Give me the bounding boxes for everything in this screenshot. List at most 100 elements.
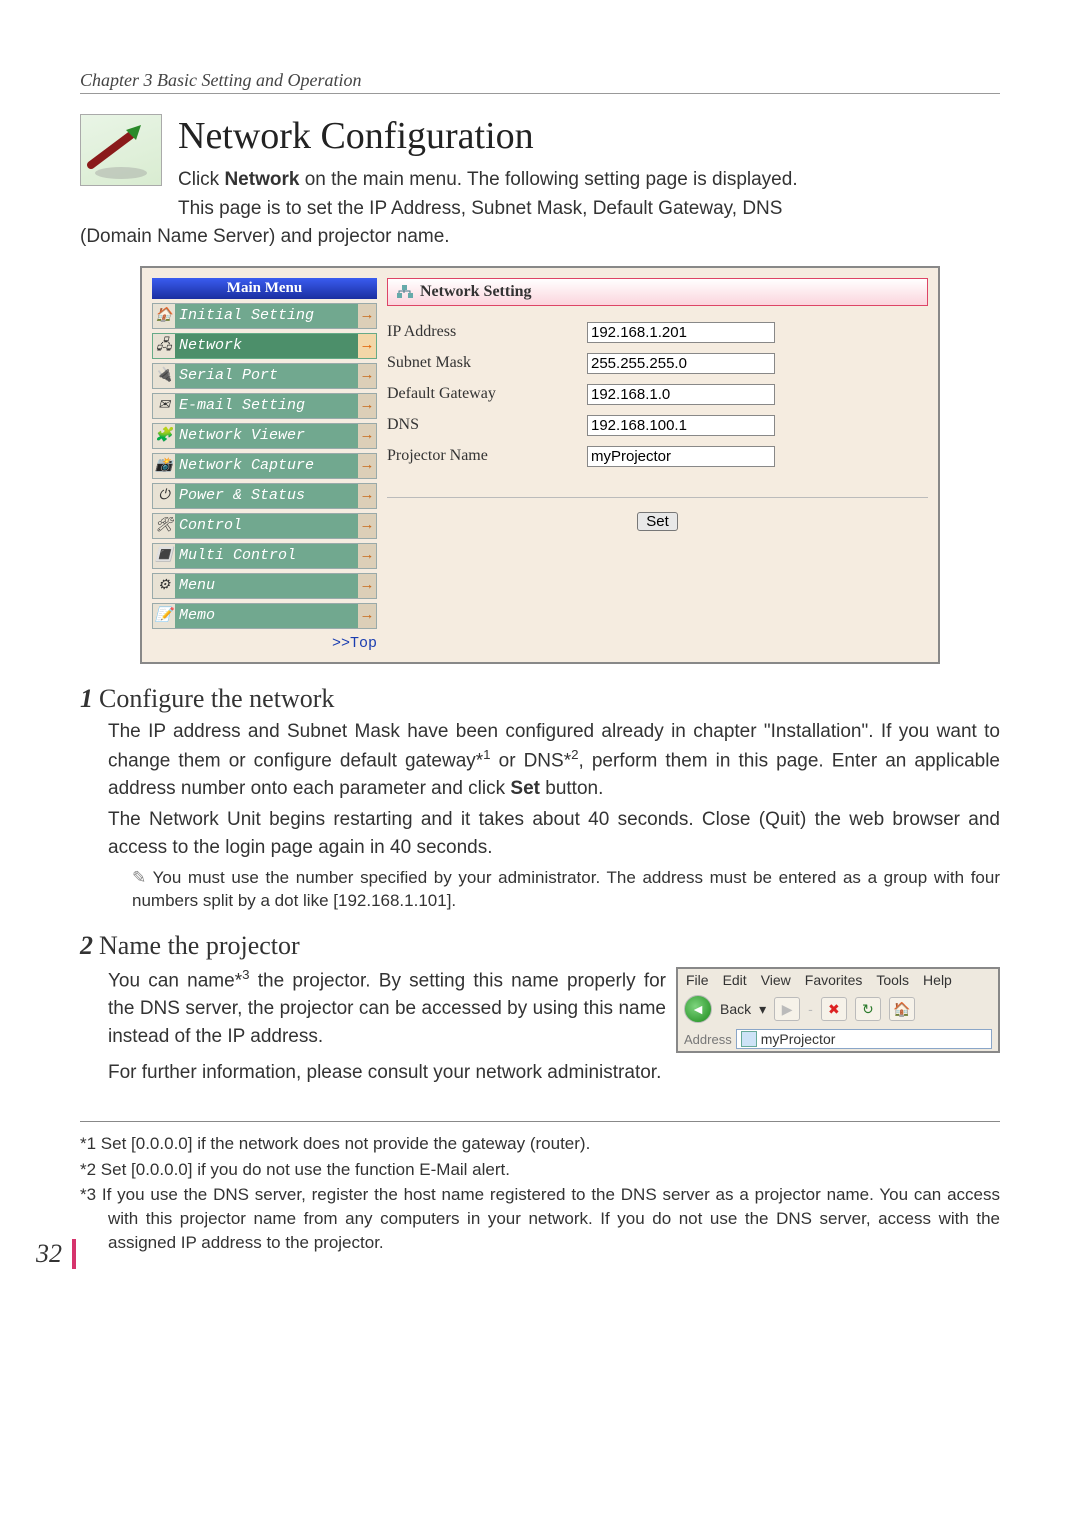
home-button[interactable]: 🏠 xyxy=(889,997,915,1021)
browser-menu-help[interactable]: Help xyxy=(923,972,952,988)
menu-item-network-viewer[interactable]: 🧩Network Viewer→ xyxy=(152,423,377,449)
menu-item-control[interactable]: 🛠Control→ xyxy=(152,513,377,539)
projector-name-input[interactable] xyxy=(587,446,775,467)
menu-item-icon: 🧩 xyxy=(153,425,175,447)
settings-panel-header: Network Setting xyxy=(387,278,928,306)
intro-line-1: Click Network on the main menu. The foll… xyxy=(178,166,1000,195)
gateway-label: Default Gateway xyxy=(387,385,587,403)
menu-item-label: Network xyxy=(175,334,358,358)
browser-menu-favorites[interactable]: Favorites xyxy=(805,972,863,988)
menu-item-icon: 🏠 xyxy=(153,305,175,327)
menu-item-label: Power & Status xyxy=(175,484,358,508)
footnote-1: *1 Set [0.0.0.0] if the network does not… xyxy=(80,1132,1000,1156)
page-icon xyxy=(741,1031,757,1047)
main-menu-header: Main Menu xyxy=(152,278,377,299)
dropdown-icon[interactable]: ▾ xyxy=(759,1001,766,1018)
dns-input[interactable] xyxy=(587,415,775,436)
step2-title: Name the projector xyxy=(99,931,300,960)
intro-line-3: (Domain Name Server) and projector name. xyxy=(80,223,1000,252)
field-dns: DNS xyxy=(387,415,928,436)
intro-line-2: This page is to set the IP Address, Subn… xyxy=(178,195,1000,224)
browser-menu-file[interactable]: File xyxy=(686,972,709,988)
refresh-button[interactable]: ↻ xyxy=(855,997,881,1021)
step1-p2: The Network Unit begins restarting and i… xyxy=(108,806,1000,861)
keyword-network: Network xyxy=(224,169,299,190)
menu-item-icon: ✉ xyxy=(153,395,175,417)
menu-item-icon: 🖧 xyxy=(153,335,175,357)
menu-item-network[interactable]: 🖧Network→ xyxy=(152,333,377,359)
network-config-icon xyxy=(80,114,162,186)
menu-item-serial-port[interactable]: 🔌Serial Port→ xyxy=(152,363,377,389)
footnote-separator xyxy=(80,1121,1000,1122)
footnote-2: *2 Set [0.0.0.0] if you do not use the f… xyxy=(80,1158,1000,1182)
menu-item-e-mail-setting[interactable]: ✉E-mail Setting→ xyxy=(152,393,377,419)
main-menu: Main Menu 🏠Initial Setting→🖧Network→🔌Ser… xyxy=(152,278,377,652)
menu-item-label: Memo xyxy=(175,604,358,628)
text: on the main menu. The following setting … xyxy=(299,169,797,190)
browser-menu-view[interactable]: View xyxy=(761,972,791,988)
address-input[interactable]: myProjector xyxy=(736,1029,992,1049)
chapter-heading: Chapter 3 Basic Setting and Operation xyxy=(80,70,1000,94)
menu-item-icon: 🛠 xyxy=(153,515,175,537)
menu-item-multi-control[interactable]: 🔳Multi Control→ xyxy=(152,543,377,569)
set-button[interactable]: Set xyxy=(637,512,678,531)
address-label: Address xyxy=(684,1032,732,1047)
step1-title: Configure the network xyxy=(99,684,334,713)
arrow-icon: → xyxy=(358,304,376,328)
forward-button[interactable]: ▶ xyxy=(774,997,800,1021)
menu-item-menu[interactable]: ⚙Menu→ xyxy=(152,573,377,599)
arrow-icon: → xyxy=(358,394,376,418)
field-ip: IP Address xyxy=(387,322,928,343)
menu-item-label: Serial Port xyxy=(175,364,358,388)
menu-item-label: Network Capture xyxy=(175,454,358,478)
menu-item-label: E-mail Setting xyxy=(175,394,358,418)
ip-label: IP Address xyxy=(387,323,587,341)
dns-label: DNS xyxy=(387,416,587,434)
menu-item-icon: 📝 xyxy=(153,605,175,627)
settings-screenshot: Main Menu 🏠Initial Setting→🖧Network→🔌Ser… xyxy=(140,266,940,664)
ip-input[interactable] xyxy=(587,322,775,343)
back-label: Back xyxy=(720,1001,751,1017)
mask-input[interactable] xyxy=(587,353,775,374)
mask-label: Subnet Mask xyxy=(387,354,587,372)
menu-item-network-capture[interactable]: 📸Network Capture→ xyxy=(152,453,377,479)
field-projector-name: Projector Name xyxy=(387,446,928,467)
step1-note: You must use the number specified by you… xyxy=(132,866,1000,914)
arrow-icon: → xyxy=(358,514,376,538)
arrow-icon: → xyxy=(358,604,376,628)
step2-p2: For further information, please consult … xyxy=(108,1059,1000,1087)
browser-address-bar: Address myProjector xyxy=(678,1027,998,1051)
browser-menu-bar: File Edit View Favorites Tools Help xyxy=(678,969,998,991)
text: Click xyxy=(178,169,224,190)
settings-panel-title: Network Setting xyxy=(420,283,532,301)
browser-menu-edit[interactable]: Edit xyxy=(723,972,747,988)
gateway-input[interactable] xyxy=(587,384,775,405)
menu-item-icon: 🔳 xyxy=(153,545,175,567)
menu-item-initial-setting[interactable]: 🏠Initial Setting→ xyxy=(152,303,377,329)
step2-number: 2 xyxy=(80,931,93,960)
arrow-icon: → xyxy=(358,544,376,568)
arrow-icon: → xyxy=(358,454,376,478)
browser-menu-tools[interactable]: Tools xyxy=(876,972,909,988)
menu-item-label: Menu xyxy=(175,574,358,598)
browser-window: FileEditViewFavoritesToolsHelp ◄ Back ▾ … xyxy=(676,967,1000,1053)
projector-name-label: Projector Name xyxy=(387,447,587,465)
page-title: Network Configuration xyxy=(178,114,1000,158)
menu-item-memo[interactable]: 📝Memo→ xyxy=(152,603,377,629)
address-value: myProjector xyxy=(761,1031,836,1047)
menu-item-label: Network Viewer xyxy=(175,424,358,448)
arrow-icon: → xyxy=(358,424,376,448)
menu-item-icon: ⏻ xyxy=(153,485,175,507)
menu-item-power-status[interactable]: ⏻Power & Status→ xyxy=(152,483,377,509)
menu-item-icon: 🔌 xyxy=(153,365,175,387)
field-mask: Subnet Mask xyxy=(387,353,928,374)
menu-item-label: Control xyxy=(175,514,358,538)
arrow-icon: → xyxy=(358,334,376,358)
footnote-3: *3 If you use the DNS server, register t… xyxy=(80,1183,1000,1254)
top-link[interactable]: >>Top xyxy=(152,635,377,652)
page-number: 32 xyxy=(36,1239,76,1269)
menu-item-label: Multi Control xyxy=(175,544,358,568)
stop-button[interactable]: ✖ xyxy=(821,997,847,1021)
back-button[interactable]: ◄ xyxy=(684,995,712,1023)
menu-item-icon: 📸 xyxy=(153,455,175,477)
